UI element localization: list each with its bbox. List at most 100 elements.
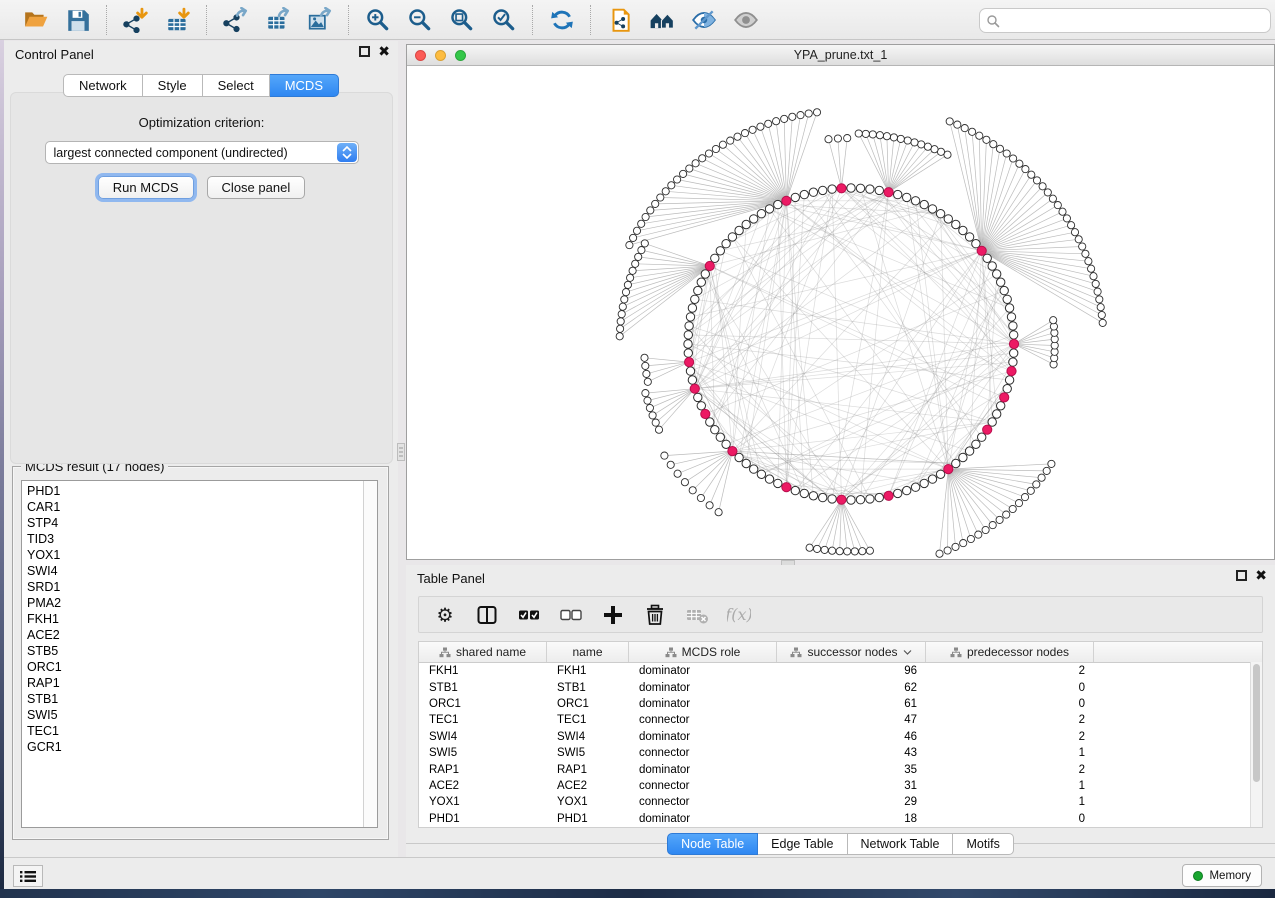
table-row[interactable]: FKH1FKH1dominator962 xyxy=(419,663,1262,679)
column-header-shared-name[interactable]: shared name xyxy=(419,642,547,662)
window-minimize-light[interactable] xyxy=(435,50,446,61)
network-window-titlebar[interactable]: YPA_prune.txt_1 xyxy=(407,45,1274,66)
mcds-result-item[interactable]: RAP1 xyxy=(22,675,364,691)
table-scrollbar-thumb[interactable] xyxy=(1253,664,1260,782)
zoom-fit-button[interactable] xyxy=(444,4,480,36)
cell-MCDS-role: dominator xyxy=(629,813,777,825)
network-canvas[interactable] xyxy=(407,66,1274,560)
cell-successor-nodes: 29 xyxy=(777,796,926,808)
column-header-MCDS-role[interactable]: MCDS role xyxy=(629,642,777,662)
mcds-result-item[interactable]: STP4 xyxy=(22,515,364,531)
first-neighbors-button[interactable] xyxy=(644,4,680,36)
column-header-successor-nodes[interactable]: successor nodes xyxy=(777,642,926,662)
window-zoom-light[interactable] xyxy=(455,50,466,61)
cell-MCDS-role: connector xyxy=(629,780,777,792)
table-row[interactable]: ACE2ACE2connector311 xyxy=(419,778,1262,794)
mcds-result-item[interactable]: ACE2 xyxy=(22,627,364,643)
cell-shared-name: SWI5 xyxy=(419,747,547,759)
select-all-columns-button[interactable] xyxy=(515,601,543,629)
optimization-criterion-dropdown[interactable]: largest connected component (undirected) xyxy=(45,141,359,164)
zoom-in-button[interactable] xyxy=(360,4,396,36)
zoom-selected-button[interactable] xyxy=(486,4,522,36)
tab-motifs[interactable]: Motifs xyxy=(953,833,1013,855)
mcds-result-item[interactable]: PMA2 xyxy=(22,595,364,611)
mcds-result-item[interactable]: CAR1 xyxy=(22,499,364,515)
tab-style[interactable]: Style xyxy=(143,74,203,97)
mcds-result-item[interactable]: ORC1 xyxy=(22,659,364,675)
tab-select[interactable]: Select xyxy=(203,74,270,97)
window-close-light[interactable] xyxy=(415,50,426,61)
table-settings-button[interactable]: ⚙ xyxy=(431,601,459,629)
table-row[interactable]: YOX1YOX1connector291 xyxy=(419,794,1262,810)
tab-network[interactable]: Network xyxy=(63,74,143,97)
cell-MCDS-role: dominator xyxy=(629,698,777,710)
close-panel-icon[interactable]: ✖ xyxy=(1255,570,1267,581)
cell-shared-name: ORC1 xyxy=(419,698,547,710)
dropdown-selected-value: largest connected component (undirected) xyxy=(46,146,337,160)
mcds-result-item[interactable]: FKH1 xyxy=(22,611,364,627)
mcds-result-list[interactable]: PHD1CAR1STP4TID3YOX1SWI4SRD1PMA2FKH1ACE2… xyxy=(21,480,378,828)
refresh-layout-button[interactable] xyxy=(544,4,580,36)
export-network-button[interactable] xyxy=(218,4,254,36)
table-row[interactable]: STB1STB1dominator620 xyxy=(419,679,1262,695)
column-header-predecessor-nodes[interactable]: predecessor nodes xyxy=(926,642,1094,662)
float-panel-icon[interactable] xyxy=(359,46,370,57)
hide-selected-icon xyxy=(691,7,717,33)
export-image-button[interactable] xyxy=(302,4,338,36)
vertical-splitter-grip[interactable] xyxy=(397,443,405,461)
tab-mcds[interactable]: MCDS xyxy=(270,74,339,97)
cell-name: FKH1 xyxy=(547,665,629,677)
memory-button[interactable]: Memory xyxy=(1182,864,1262,887)
table-row[interactable]: RAP1RAP1dominator352 xyxy=(419,761,1262,777)
import-network-button[interactable] xyxy=(118,4,154,36)
table-row[interactable]: TEC1TEC1connector472 xyxy=(419,712,1262,728)
delete-column-button[interactable] xyxy=(641,601,669,629)
mcds-result-item[interactable]: TID3 xyxy=(22,531,364,547)
memory-label: Memory xyxy=(1209,870,1251,882)
column-header-name[interactable]: name xyxy=(547,642,629,662)
mcds-result-item[interactable]: SWI4 xyxy=(22,563,364,579)
zoom-out-button[interactable] xyxy=(402,4,438,36)
import-table-button[interactable] xyxy=(160,4,196,36)
zoom-selected-icon xyxy=(491,7,517,33)
cell-name: SWI4 xyxy=(547,731,629,743)
select-all-columns-icon xyxy=(517,603,541,627)
show-columns-button[interactable] xyxy=(473,601,501,629)
close-panel-button[interactable]: Close panel xyxy=(207,176,306,199)
mcds-result-item[interactable]: STB1 xyxy=(22,691,364,707)
search-input[interactable] xyxy=(1000,10,1270,32)
list-icon xyxy=(20,870,36,883)
refresh-layout-icon xyxy=(549,7,575,33)
table-panel: Table Panel ✖ ⚙f(x) shared namename MCDS… xyxy=(406,565,1275,857)
run-mcds-button[interactable]: Run MCDS xyxy=(98,176,194,199)
mcds-result-item[interactable]: SWI5 xyxy=(22,707,364,723)
table-row[interactable]: SWI4SWI4dominator462 xyxy=(419,729,1262,745)
deselect-all-columns-button[interactable] xyxy=(557,601,585,629)
mcds-result-item[interactable]: STB5 xyxy=(22,643,364,659)
export-table-button[interactable] xyxy=(260,4,296,36)
mcds-result-item[interactable]: YOX1 xyxy=(22,547,364,563)
tab-node-table[interactable]: Node Table xyxy=(667,833,758,855)
add-column-button[interactable] xyxy=(599,601,627,629)
table-scrollbar[interactable] xyxy=(1250,662,1262,827)
mcds-result-item[interactable]: TEC1 xyxy=(22,723,364,739)
hide-selected-button[interactable] xyxy=(686,4,722,36)
tab-network-table[interactable]: Network Table xyxy=(848,833,954,855)
clone-network-button[interactable] xyxy=(602,4,638,36)
show-all-button[interactable] xyxy=(728,4,764,36)
save-session-button[interactable] xyxy=(60,4,96,36)
open-file-button[interactable] xyxy=(18,4,54,36)
mcds-result-item[interactable]: GCR1 xyxy=(22,739,364,755)
float-panel-icon[interactable] xyxy=(1236,570,1247,581)
mcds-result-item[interactable]: PHD1 xyxy=(22,483,364,499)
table-row[interactable]: SWI5SWI5connector431 xyxy=(419,745,1262,761)
cell-successor-nodes: 46 xyxy=(777,731,926,743)
tab-edge-table[interactable]: Edge Table xyxy=(758,833,847,855)
mcds-list-scrollbar[interactable] xyxy=(363,481,377,827)
mcds-result-item[interactable]: SRD1 xyxy=(22,579,364,595)
close-panel-icon[interactable]: ✖ xyxy=(378,46,390,57)
task-history-button[interactable] xyxy=(13,865,43,887)
table-row[interactable]: PHD1PHD1dominator180 xyxy=(419,811,1262,827)
table-row[interactable]: ORC1ORC1dominator610 xyxy=(419,696,1262,712)
control-panel: Control Panel ✖ NetworkStyleSelectMCDS O… xyxy=(4,41,398,857)
